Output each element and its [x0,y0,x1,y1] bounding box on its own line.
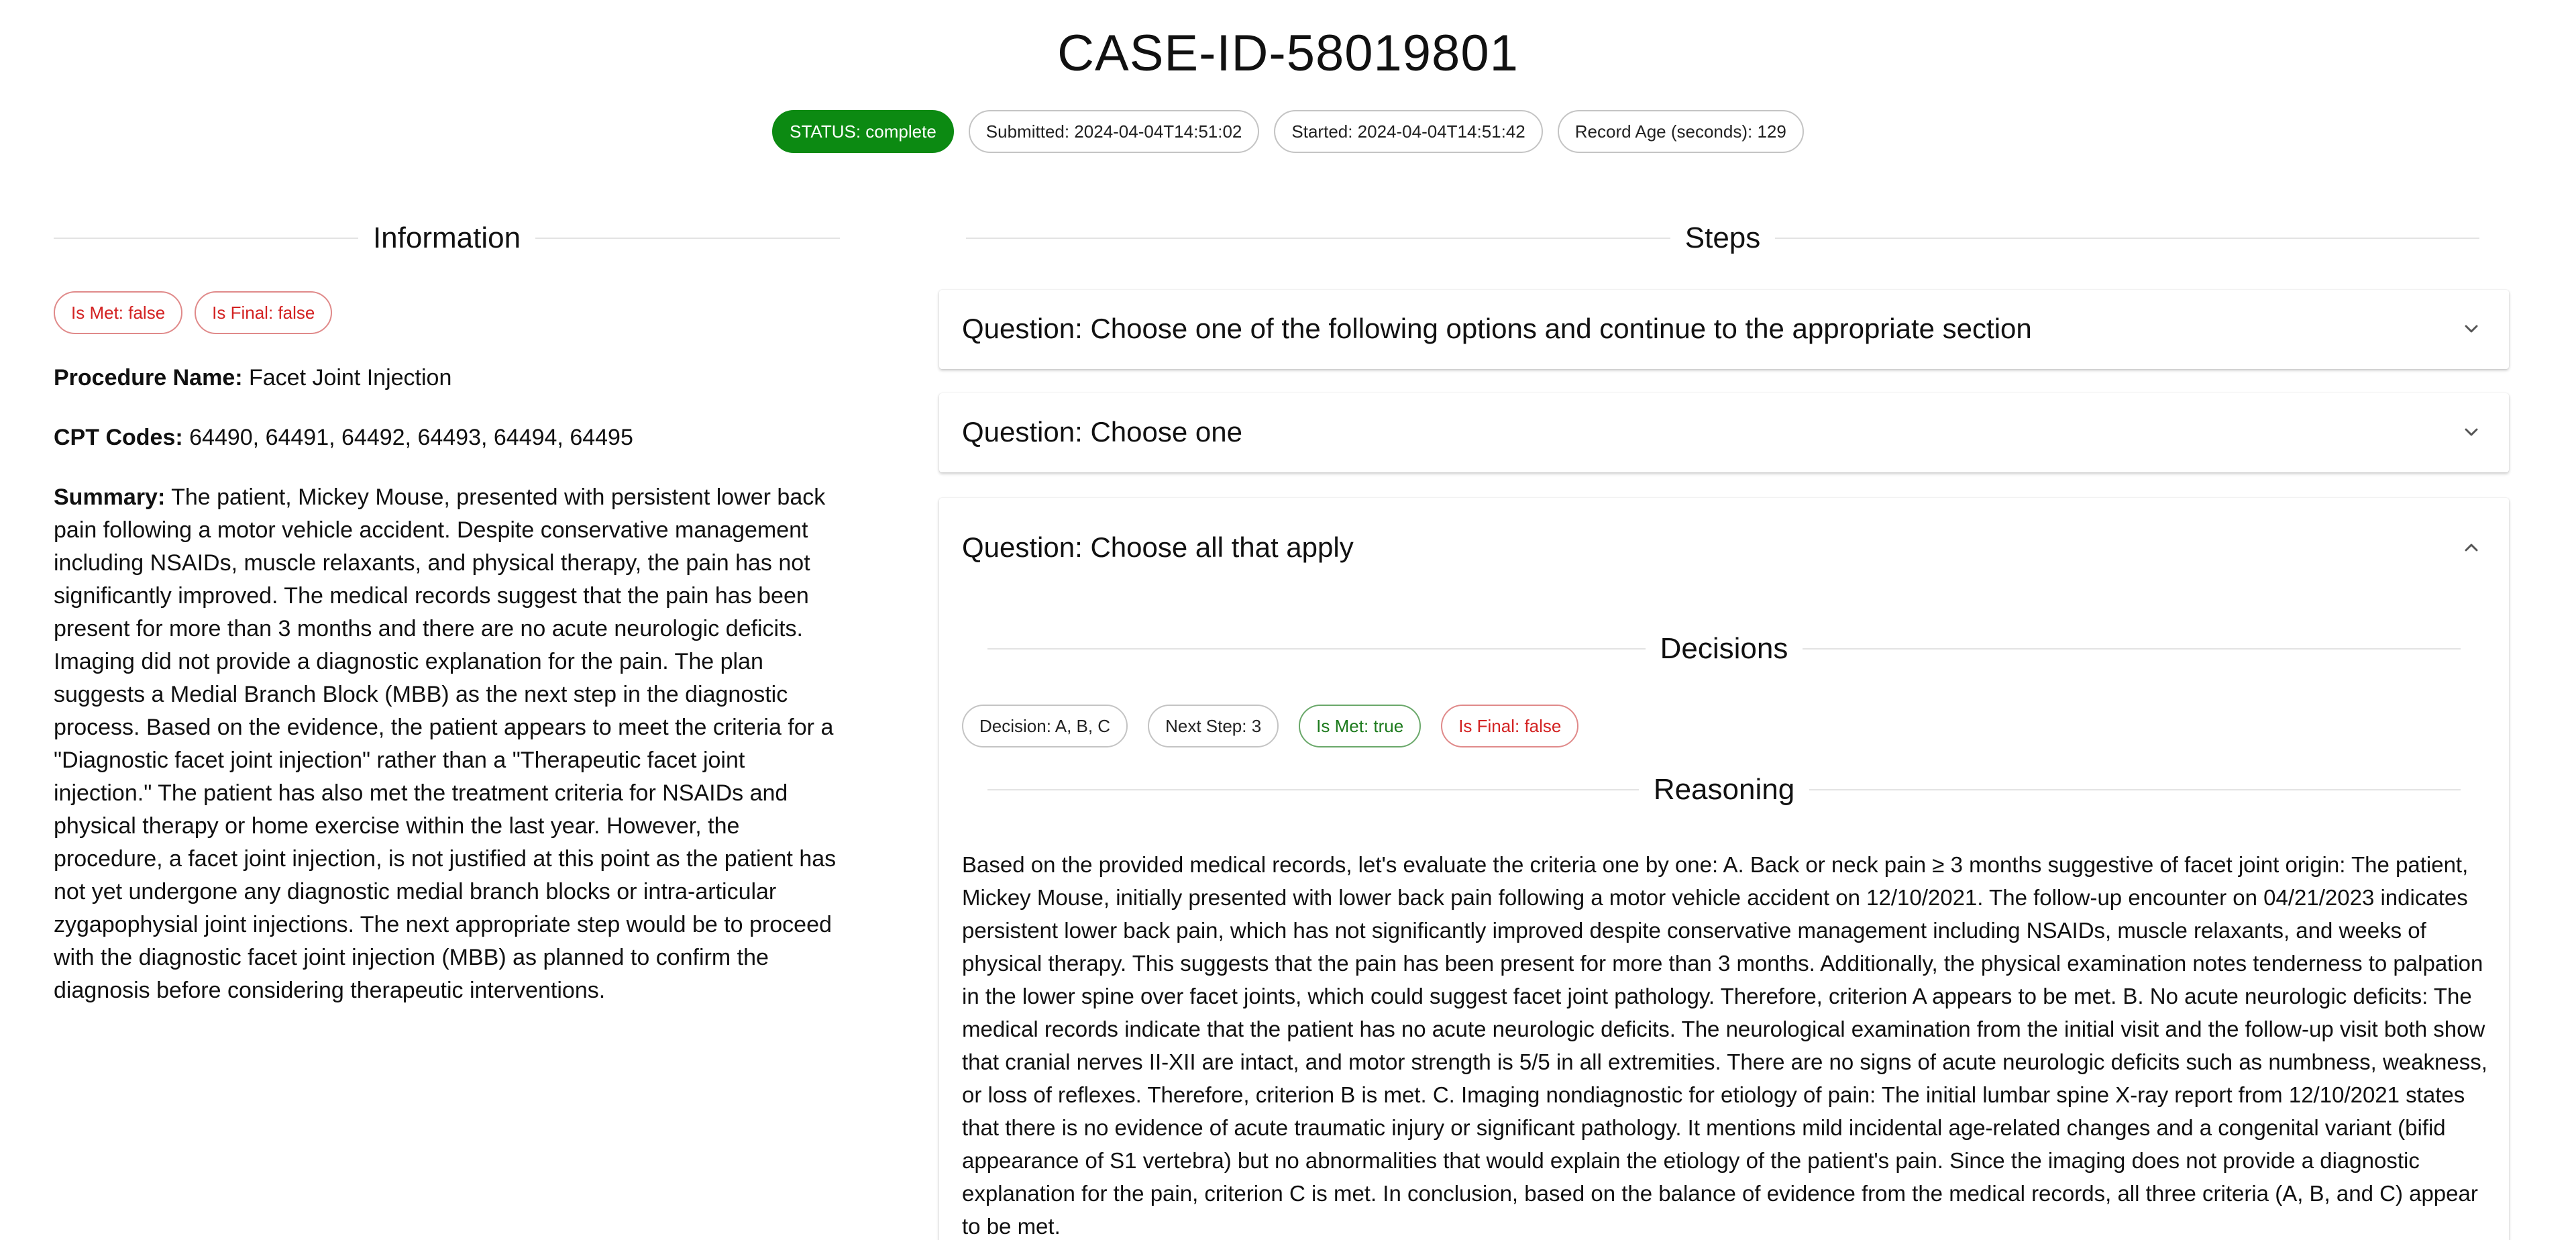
divider [1809,789,2461,790]
divider [1775,238,2480,239]
submitted-chip: Submitted: 2024-04-04T14:51:02 [968,110,1260,153]
reasoning-heading-label: Reasoning [1653,773,1795,806]
case-id-title: CASE-ID-58019801 [1057,25,1519,82]
summary-label: Summary: [54,484,166,510]
chevron-down-icon[interactable] [2461,318,2482,340]
info-is-final-chip: Is Final: false [195,291,333,334]
procedure-name: Procedure Name: Facet Joint Injection [54,362,845,395]
information-heading: Information [54,221,841,255]
question-accordion-header-3[interactable]: Question: Choose all that apply [939,498,2509,597]
question-accordion-3: Question: Choose all that apply Decision… [939,498,2509,1240]
cpt-codes: CPT Codes: 64490, 64491, 64492, 64493, 6… [54,421,845,454]
procedure-name-value: Facet Joint Injection [242,365,452,391]
steps-heading-label: Steps [1684,221,1761,254]
cpt-codes-label: CPT Codes: [54,425,183,450]
decision-chips: Decision: A, B, C Next Step: 3 Is Met: t… [962,705,1579,747]
question-accordion-2: Question: Choose one [939,393,2509,472]
decisions-heading: Decisions [987,632,2461,666]
started-chip: Started: 2024-04-04T14:51:42 [1274,110,1543,153]
divider [54,238,358,239]
step-is-met-chip: Is Met: true [1299,705,1421,747]
question-accordion-header-1[interactable]: Question: Choose one of the following op… [939,290,2509,368]
divider [535,238,841,239]
chevron-up-icon[interactable] [2461,537,2482,558]
reasoning-text: Based on the provided medical records, l… [962,852,2487,1239]
divider [987,789,1639,790]
procedure-name-label: Procedure Name: [54,365,243,391]
record-age-chip: Record Age (seconds): 129 [1557,110,1804,153]
chevron-down-icon[interactable] [2461,421,2482,443]
divider [966,238,1670,239]
information-chips: Is Met: false Is Final: false [54,291,333,334]
question-accordion-1: Question: Choose one of the following op… [939,290,2509,369]
case-status-chips: STATUS: complete Submitted: 2024-04-04T1… [0,110,2576,153]
status-chip: STATUS: complete [772,110,954,153]
case-page: CASE-ID-58019801 STATUS: complete Submit… [0,0,2576,1240]
decisions-heading-label: Decisions [1660,632,1788,665]
question-label-3: Question: Choose all that apply [962,531,1354,563]
question-accordion-header-2[interactable]: Question: Choose one [939,393,2509,471]
cpt-codes-value: 64490, 64491, 64492, 64493, 64494, 64495 [182,425,633,450]
info-is-met-chip: Is Met: false [54,291,183,334]
reasoning-heading: Reasoning [987,773,2461,807]
question-label-1: Question: Choose one of the following op… [962,313,2032,344]
summary: Summary: The patient, Mickey Mouse, pres… [54,481,845,1007]
step-is-final-chip: Is Final: false [1441,705,1579,747]
steps-heading: Steps [966,221,2480,255]
summary-value: The patient, Mickey Mouse, presented wit… [54,484,837,1003]
next-step-chip: Next Step: 3 [1148,705,1279,747]
divider [1803,648,2461,650]
divider [987,648,1646,650]
decision-chip: Decision: A, B, C [962,705,1128,747]
question-label-2: Question: Choose one [962,416,1242,448]
information-heading-label: Information [372,221,521,254]
